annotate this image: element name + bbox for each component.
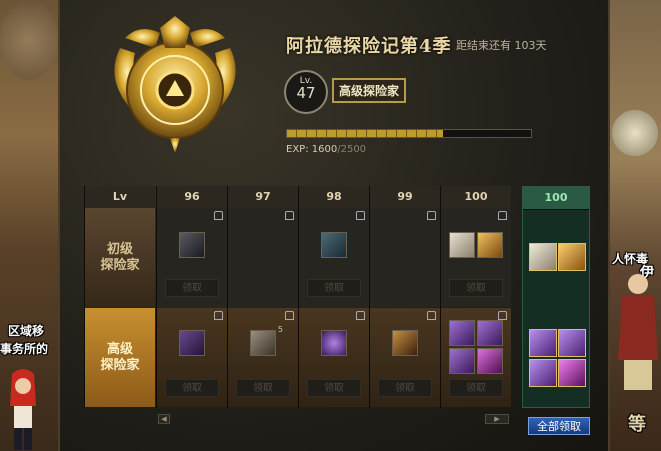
- season-emblem-icon: [114, 16, 236, 153]
- lock-icon: [214, 211, 223, 220]
- level-header-99: 99: [370, 186, 440, 209]
- purple-chest-icon[interactable]: [558, 329, 586, 357]
- season-title: 阿拉德探险记第4季: [286, 36, 452, 57]
- player-character: [10, 369, 36, 450]
- reward-cell: 领取: [157, 308, 227, 407]
- lock-icon: [498, 211, 507, 220]
- claim-button[interactable]: 领取: [236, 379, 290, 397]
- lock-icon: [285, 211, 294, 220]
- final-reward-column: 100: [522, 186, 590, 408]
- season-panel: 阿拉德探险记第4季 距结束还有 103天 Lv. 47 高级探险家 EXP: 1…: [58, 0, 610, 451]
- purple-chest-icon[interactable]: [449, 320, 475, 346]
- purple-armor-icon[interactable]: [558, 359, 586, 387]
- scroll-left-arrow[interactable]: ◀: [158, 414, 170, 424]
- claim-button[interactable]: 领取: [449, 279, 503, 297]
- background-decor: [0, 0, 58, 80]
- row-label-advanced: 高级 探险家: [85, 308, 155, 407]
- item-count: 5: [277, 325, 283, 334]
- scroll-right-arrow[interactable]: ▶: [485, 414, 509, 424]
- claim-button[interactable]: 领取: [165, 379, 219, 397]
- reward-cell: 领取: [157, 208, 227, 307]
- level-header-97: 97: [228, 186, 298, 209]
- reward-cell: [370, 208, 440, 307]
- level-column-99: 99 领取: [369, 186, 440, 408]
- level-column-100: 100 领取 领取: [440, 186, 511, 408]
- claim-button[interactable]: 领取: [165, 279, 219, 297]
- lock-icon: [356, 211, 365, 220]
- level-header-96: 96: [157, 186, 227, 209]
- level-header-100: 100: [441, 186, 511, 209]
- purple-armor-icon[interactable]: [477, 348, 503, 374]
- level-column-96: 96 领取 领取: [156, 186, 227, 408]
- exp-current: 1600: [311, 144, 338, 155]
- level-column-98: 98 领取 领取: [298, 186, 369, 408]
- reward-cell: [228, 208, 298, 307]
- purple-chest-icon[interactable]: [529, 359, 557, 387]
- reward-cell: 领取: [299, 208, 369, 307]
- reward-cell: 5 领取: [228, 308, 298, 407]
- row2-label-line1: 高级: [106, 341, 133, 357]
- player-rank: 高级探险家: [332, 78, 407, 103]
- silver-chest-icon[interactable]: [449, 232, 475, 258]
- season-remaining-time: 距结束还有 103天: [456, 39, 547, 52]
- npc-label-1: 区域移: [8, 324, 45, 338]
- lv-header: Lv: [85, 186, 155, 209]
- lock-icon: [214, 311, 223, 320]
- silver-chest-icon[interactable]: [529, 243, 557, 271]
- reward-cell: 领取: [441, 208, 511, 307]
- npc-label-5: 等: [628, 414, 646, 435]
- row1-label-line1: 初级: [106, 241, 133, 257]
- lock-icon: [498, 311, 507, 320]
- lock-icon: [356, 311, 365, 320]
- claim-button[interactable]: 领取: [307, 379, 361, 397]
- reward-cell: 领取: [299, 308, 369, 407]
- final-level-header: 100: [523, 187, 589, 210]
- dark-scroll-icon[interactable]: [179, 232, 205, 258]
- reward-cell: 领取: [370, 308, 440, 407]
- reward-table: Lv 初级 探险家 高级 探险家 96 领取 领取 97 5 领取 98 领取 …: [84, 186, 521, 408]
- claim-all-button[interactable]: 全部领取: [528, 417, 590, 435]
- level-column-97: 97 5 领取: [227, 186, 298, 408]
- reward-cell: 领取: [441, 308, 511, 407]
- gold-chest-icon[interactable]: [477, 232, 503, 258]
- row2-label-line2: 探险家: [100, 357, 140, 373]
- exp-label: EXP:: [286, 144, 309, 155]
- exp-progress-fill: [287, 130, 444, 137]
- exp-readout: EXP: 1600/2500: [286, 144, 366, 155]
- player-level-badge: Lv. 47: [284, 70, 328, 114]
- gear-box-icon[interactable]: [321, 232, 347, 258]
- row1-label-line2: 探险家: [100, 257, 140, 273]
- npc-character: [618, 274, 658, 390]
- purple-chest-icon[interactable]: [477, 320, 503, 346]
- lock-icon: [427, 211, 436, 220]
- exp-max: 2500: [340, 144, 367, 155]
- row-label-column: Lv 初级 探险家 高级 探险家: [84, 186, 155, 408]
- exp-progress-bar: [286, 129, 532, 138]
- purple-orb-icon[interactable]: [321, 330, 347, 356]
- crate-icon[interactable]: 5: [250, 325, 283, 356]
- lock-icon: [427, 311, 436, 320]
- gold-chest-icon[interactable]: [558, 243, 586, 271]
- gold-scroll-icon[interactable]: [392, 330, 418, 356]
- npc-label-2: 事务所的: [0, 342, 49, 356]
- row-label-basic: 初级 探险家: [85, 208, 155, 307]
- level-value: 47: [296, 84, 316, 102]
- claim-button[interactable]: 领取: [378, 379, 432, 397]
- purple-chest-icon[interactable]: [449, 348, 475, 374]
- claim-button[interactable]: 领取: [307, 279, 361, 297]
- purple-chest-icon[interactable]: [529, 329, 557, 357]
- level-header-98: 98: [299, 186, 369, 209]
- purple-book-icon[interactable]: [179, 330, 205, 356]
- background-globe: [612, 110, 658, 156]
- lock-icon: [285, 311, 294, 320]
- claim-button[interactable]: 领取: [449, 379, 503, 397]
